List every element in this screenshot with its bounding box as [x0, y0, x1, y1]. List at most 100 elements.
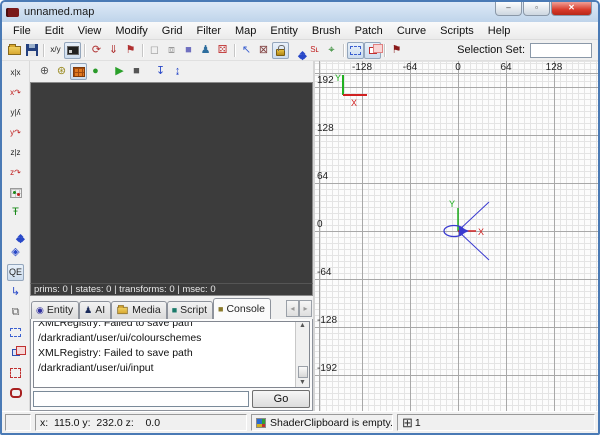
texture-frame-icon[interactable]: ⊠ — [255, 42, 272, 59]
farclip-out-icon[interactable]: ↧ — [152, 63, 169, 80]
title-bar[interactable]: unnamed.map – ▫ ✕ — [2, 2, 598, 22]
rotate-tool-icon[interactable]: ◈ — [7, 244, 24, 261]
menu-map[interactable]: Map — [228, 24, 263, 38]
open-file-icon[interactable] — [6, 42, 23, 59]
csg-merge-icon[interactable] — [7, 184, 24, 201]
merge-entities-icon[interactable]: Sʟ — [306, 42, 323, 59]
menu-filter[interactable]: Filter — [190, 24, 228, 38]
lighting-mode-icon[interactable]: ● — [87, 63, 104, 80]
tab-scroll-left-icon[interactable]: ◂ — [286, 300, 299, 317]
textured-mode-icon — [73, 67, 85, 77]
app-window: unnamed.map – ▫ ✕ FileEditViewModifyGrid… — [0, 0, 600, 435]
toolbar-separator — [142, 44, 143, 57]
menu-help[interactable]: Help — [481, 24, 518, 38]
menu-modify[interactable]: Modify — [108, 24, 154, 38]
go-button[interactable]: Go — [252, 390, 310, 408]
tab-console[interactable]: ■Console — [213, 298, 271, 319]
select-touching-icon[interactable] — [347, 42, 364, 59]
tree-icon[interactable]: Ŧ — [7, 204, 24, 221]
select-grid-icon[interactable] — [7, 324, 24, 341]
wireframe-mode-icon[interactable]: ⊕ — [36, 63, 53, 80]
media-tab-icon — [117, 306, 127, 313]
toggle-camera-icon[interactable] — [64, 42, 81, 59]
grid-ruler-top-label: -64 — [403, 62, 417, 73]
menu-curve[interactable]: Curve — [390, 24, 433, 38]
solid-mode-icon[interactable]: ⊛ — [53, 63, 70, 80]
menu-edit[interactable]: Edit — [38, 24, 71, 38]
lasso-icon[interactable]: ↳ — [7, 284, 24, 301]
xy-grid-view[interactable]: Y X Y X -128-64064128192128640-64-128-19… — [315, 61, 598, 411]
reload-skins-icon[interactable]: ⚑ — [122, 42, 139, 59]
flip-y-icon[interactable]: y|ʎ — [7, 104, 24, 121]
reload-defs-icon[interactable]: ⇓ — [105, 42, 122, 59]
flip-z-icon[interactable]: z|z — [7, 144, 24, 161]
translate-icon[interactable] — [7, 224, 24, 241]
move-selection-icon[interactable] — [289, 42, 306, 59]
qe-tool-button[interactable]: QE — [7, 264, 24, 281]
scroll-down-icon[interactable]: ▼ — [299, 380, 306, 386]
menu-grid[interactable]: Grid — [155, 24, 190, 38]
menu-bar: FileEditViewModifyGridFilterMapEntityBru… — [2, 22, 598, 40]
region-icon[interactable] — [7, 384, 24, 401]
tab-script[interactable]: ■Script — [167, 301, 213, 319]
actor-icon[interactable]: ♟ — [197, 42, 214, 59]
scroll-up-icon[interactable]: ▲ — [299, 323, 306, 329]
menu-patch[interactable]: Patch — [348, 24, 390, 38]
overlap-squares-icon[interactable] — [7, 344, 24, 361]
toggle-camera-icon — [67, 46, 79, 55]
status-grid-size: ⊞ 1 — [397, 414, 595, 431]
menu-view[interactable]: View — [71, 24, 109, 38]
rotate-z-icon[interactable]: z↷ — [7, 164, 24, 181]
grid-ruler-top-label: 0 — [455, 62, 461, 73]
console-scrollbar[interactable]: ▲ ▼ — [295, 322, 309, 387]
texture-lock-icon[interactable] — [272, 42, 289, 59]
select-inside-icon[interactable] — [364, 42, 381, 59]
tab-label: Console — [226, 303, 265, 315]
menu-file[interactable]: File — [6, 24, 38, 38]
tab-entity[interactable]: ◉Entity — [31, 301, 79, 319]
tab-scroll-right-icon[interactable]: ▸ — [299, 300, 312, 317]
grid-ruler-top-label: 128 — [546, 62, 563, 73]
grid-ruler-left-label: -128 — [317, 315, 337, 326]
console-input[interactable] — [33, 391, 249, 407]
menu-brush[interactable]: Brush — [305, 24, 348, 38]
flip-x-icon[interactable]: x|x — [7, 64, 24, 81]
dice-icon[interactable]: ⚄ — [214, 42, 231, 59]
flip-xy-icon[interactable]: x/y — [47, 42, 64, 59]
main-toolbar-icons: x/y⟳⇓⚑◻⧈■♟⚄↖⊠Sʟ⌖⚑ — [6, 42, 405, 59]
marquee-icon[interactable] — [7, 364, 24, 381]
farclip-in-icon[interactable]: ↨ — [169, 63, 186, 80]
tab-bar: ◉Entity♟AIMedia■Script■Console ◂▸ — [30, 296, 313, 319]
toolbar-separator — [43, 44, 44, 57]
window-controls: – ▫ ✕ — [494, 2, 592, 16]
grid-ruler-left-label: 128 — [317, 123, 334, 134]
clipboard-flag-icon[interactable]: ⚑ — [388, 42, 405, 59]
play-icon[interactable]: ▶ — [111, 63, 128, 80]
copy-window-icon[interactable]: ⧉ — [7, 304, 24, 321]
close-button[interactable]: ✕ — [551, 2, 592, 16]
scroll-thumb[interactable] — [298, 366, 308, 378]
origin-target-icon[interactable]: ⌖ — [323, 42, 340, 59]
rotate-x-icon[interactable]: x↷ — [7, 84, 24, 101]
rotate-y-icon[interactable]: y↷ — [7, 124, 24, 141]
status-empty-cell — [5, 414, 31, 431]
player-start-marker[interactable]: Y X — [413, 196, 503, 266]
tab-ai[interactable]: ♟AI — [79, 301, 111, 319]
menu-entity[interactable]: Entity — [263, 24, 305, 38]
status-shader-clipboard: ShaderClipboard is empty. — [251, 414, 393, 431]
select-pointer-icon[interactable]: ↖ — [238, 42, 255, 59]
stop-icon[interactable]: ■ — [128, 63, 145, 80]
minimize-button[interactable]: – — [495, 2, 522, 16]
console-output[interactable]: XMLRegistry: Failed to save path/darkrad… — [33, 321, 310, 388]
brush-cube2-icon[interactable]: ⧈ — [163, 42, 180, 59]
brush-filled-icon[interactable]: ■ — [180, 42, 197, 59]
camera-viewport[interactable] — [30, 82, 313, 283]
reload-models-icon[interactable]: ⟳ — [88, 42, 105, 59]
brush-cube-icon[interactable]: ◻ — [146, 42, 163, 59]
selection-set-input[interactable] — [530, 43, 592, 58]
maximize-button[interactable]: ▫ — [523, 2, 550, 16]
tab-media[interactable]: Media — [111, 301, 167, 319]
save-file-icon[interactable] — [23, 42, 40, 59]
textured-mode-icon[interactable] — [70, 63, 87, 80]
menu-scripts[interactable]: Scripts — [433, 24, 481, 38]
